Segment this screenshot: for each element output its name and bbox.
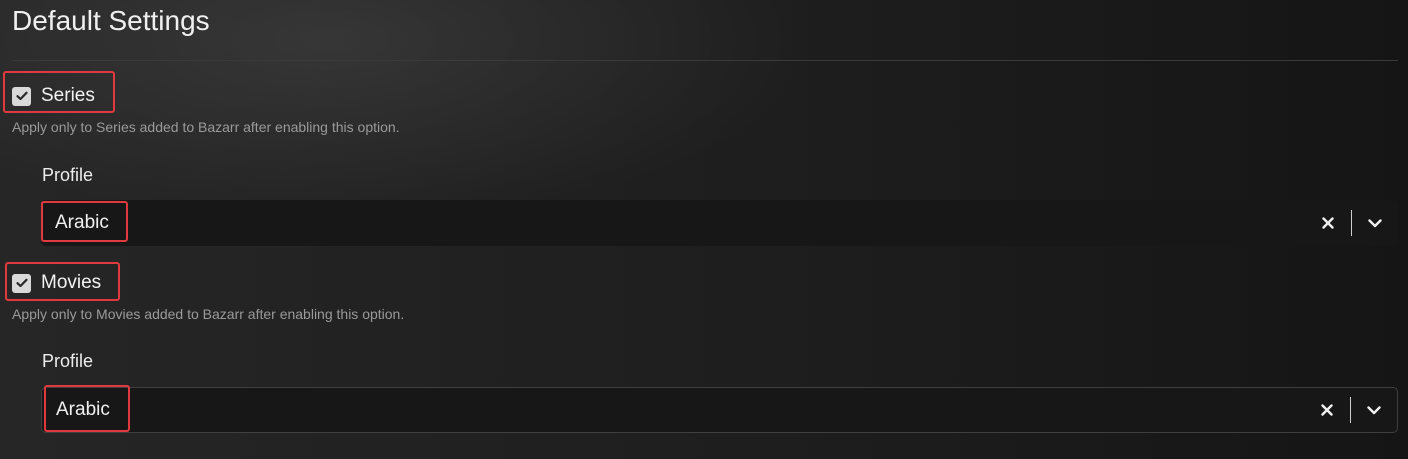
title-divider [12,60,1398,61]
movies-dropdown-button[interactable] [1363,399,1385,421]
close-icon [1321,404,1333,416]
movies-profile-value: Arabic [56,399,110,420]
series-select-separator [1351,210,1352,236]
movies-clear-button[interactable] [1316,399,1338,421]
movies-profile-select[interactable]: Arabic [41,387,1398,433]
series-clear-button[interactable] [1317,212,1339,234]
page-title: Default Settings [12,5,210,36]
series-checkbox-label: Series [41,85,95,106]
close-icon [1322,217,1334,229]
checkmark-icon [15,91,28,101]
movies-checkbox-row[interactable]: Movies [12,270,101,296]
movies-checkbox[interactable] [12,273,31,293]
series-profile-value: Arabic [55,212,109,233]
series-profile-label: Profile [42,165,94,185]
movies-profile-label: Profile [42,351,94,371]
checkmark-icon [15,278,28,288]
series-hint: Apply only to Series added to Bazarr aft… [12,119,400,135]
movies-hint: Apply only to Movies added to Bazarr aft… [12,306,405,322]
movies-select-separator [1350,397,1351,423]
chevron-down-icon [1368,218,1382,227]
series-select-controls [1317,200,1386,246]
series-dropdown-button[interactable] [1364,212,1386,234]
movies-select-controls [1316,388,1385,432]
chevron-down-icon [1367,405,1381,414]
series-checkbox-row[interactable]: Series [12,83,95,109]
movies-checkbox-label: Movies [41,272,102,293]
series-profile-select[interactable]: Arabic [41,200,1398,246]
series-checkbox[interactable] [12,86,31,106]
